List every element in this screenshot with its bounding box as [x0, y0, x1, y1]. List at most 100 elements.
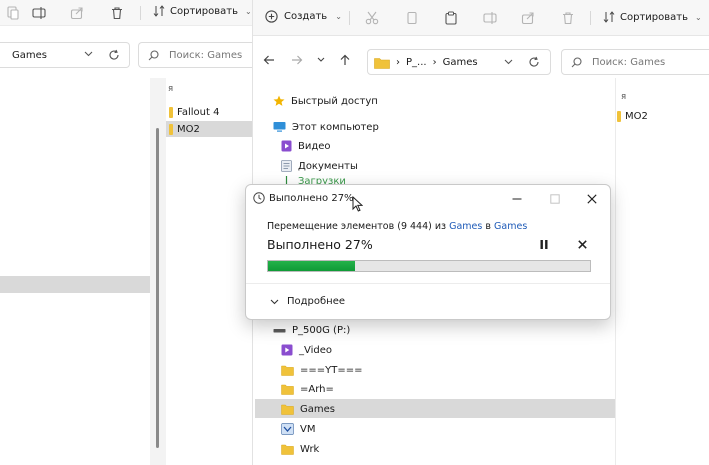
- minimize-icon: [512, 198, 522, 200]
- navigation-row: › P_... › Games Поиск: Games: [253, 44, 709, 78]
- chevron-down-icon: ⌄: [335, 12, 342, 21]
- share-icon[interactable]: [68, 4, 86, 22]
- folder-icon: [169, 123, 173, 135]
- copy-icon[interactable]: [403, 9, 421, 27]
- breadcrumb-games[interactable]: Games: [443, 57, 478, 68]
- breadcrumb-separator: ›: [432, 57, 437, 68]
- close-icon: [587, 194, 597, 204]
- nav-documents[interactable]: Документы: [281, 157, 358, 175]
- right-address-bar[interactable]: › P_... › Games: [367, 49, 551, 75]
- file-row-fallout4[interactable]: Fallout 4: [166, 104, 252, 120]
- nav-drive-p[interactable]: P_500G (P:): [273, 321, 350, 339]
- back-arrow-icon[interactable]: [263, 54, 275, 66]
- folder-icon: [374, 57, 390, 69]
- progress-bar: [267, 260, 591, 272]
- nav-label: Быстрый доступ: [291, 95, 378, 107]
- paste-icon[interactable]: [442, 9, 460, 27]
- document-icon: [281, 160, 292, 172]
- video-icon: [281, 140, 292, 152]
- monitor-icon: [273, 122, 286, 132]
- column-header[interactable]: я: [168, 84, 173, 94]
- create-label: Создать: [284, 11, 328, 22]
- refresh-icon[interactable]: [108, 49, 120, 61]
- left-nav-selected-item[interactable]: [0, 276, 150, 293]
- delete-icon[interactable]: [108, 4, 126, 22]
- left-toolbar: Сортировать ⌄: [0, 0, 252, 26]
- folder-icon: [281, 404, 294, 415]
- rename-icon[interactable]: [481, 9, 499, 27]
- move-prefix: Перемещение элементов (9 444) из: [267, 221, 447, 232]
- nav-video[interactable]: Видео: [281, 137, 331, 155]
- right-toolbar: Создать ⌄ Сортировать ⌄: [253, 0, 709, 36]
- sort-button[interactable]: Сортировать ⌄: [603, 11, 702, 23]
- address-path: Games: [12, 50, 47, 61]
- nav-label: Документы: [298, 160, 358, 172]
- left-address-bar[interactable]: Games: [0, 42, 130, 68]
- pause-button[interactable]: [540, 240, 548, 249]
- left-scrollbar-thumb[interactable]: [156, 128, 159, 448]
- chevron-down-icon[interactable]: [84, 51, 93, 57]
- more-details-toggle[interactable]: Подробнее: [270, 296, 345, 307]
- breadcrumb: › P_... › Games: [396, 57, 478, 68]
- sort-button[interactable]: Сортировать ⌄: [153, 5, 252, 17]
- refresh-icon[interactable]: [528, 56, 540, 68]
- source-folder-link[interactable]: Games: [449, 221, 482, 232]
- video-folder-icon: [281, 344, 293, 356]
- file-name: MO2: [177, 123, 200, 135]
- nav-this-pc[interactable]: Этот компьютер: [273, 118, 379, 136]
- cut-icon[interactable]: [363, 9, 381, 27]
- destination-folder-link[interactable]: Games: [494, 221, 527, 232]
- chevron-down-icon: ⌄: [694, 12, 702, 22]
- breadcrumb-drive[interactable]: P_...: [406, 57, 427, 68]
- minimize-button[interactable]: [504, 189, 530, 209]
- nav-folder-yt[interactable]: ===YT===: [281, 361, 363, 379]
- chevron-down-icon[interactable]: [504, 59, 513, 65]
- mouse-cursor: [352, 196, 363, 212]
- column-header[interactable]: я: [621, 92, 626, 102]
- right-search-box[interactable]: Поиск: Games: [561, 49, 709, 75]
- nav-folder-vm[interactable]: VM: [281, 420, 315, 438]
- nav-folder-video[interactable]: _Video: [281, 341, 332, 359]
- pause-icon: [540, 240, 548, 249]
- nav-folder-wrk[interactable]: Wrk: [281, 440, 319, 458]
- create-button[interactable]: Создать ⌄: [265, 10, 342, 23]
- share-icon[interactable]: [519, 9, 537, 27]
- copy-icon[interactable]: [4, 4, 22, 22]
- folder-icon: [617, 111, 621, 122]
- file-row-mo2[interactable]: MO2: [166, 121, 252, 137]
- cancel-operation-button[interactable]: [578, 240, 587, 249]
- up-arrow-icon[interactable]: [339, 54, 351, 66]
- star-icon: [273, 95, 285, 106]
- move-description: Перемещение элементов (9 444) из Games в…: [267, 221, 527, 232]
- delete-icon[interactable]: [559, 9, 577, 27]
- download-icon: [285, 176, 288, 184]
- breadcrumb-separator: ›: [396, 57, 400, 68]
- left-search-box[interactable]: Поиск: Games: [138, 42, 252, 68]
- pane-divider[interactable]: [615, 78, 616, 465]
- progress-fill: [268, 261, 355, 271]
- folder-icon: [169, 106, 173, 118]
- nav-label: Видео: [298, 140, 331, 152]
- forward-arrow-icon[interactable]: [291, 54, 303, 66]
- rename-icon[interactable]: [30, 4, 48, 22]
- nav-label: Этот компьютер: [292, 121, 379, 133]
- nav-downloads-partial[interactable]: Загрузки: [281, 176, 346, 184]
- maximize-button[interactable]: [542, 189, 568, 209]
- sort-label: Сортировать: [170, 5, 238, 17]
- nav-label: Games: [300, 403, 335, 415]
- nav-folder-arh[interactable]: =Arh=: [281, 380, 334, 398]
- drive-icon: [273, 329, 286, 333]
- close-button[interactable]: [579, 189, 605, 209]
- sort-icon: [153, 5, 165, 17]
- chevron-down-icon: [270, 299, 279, 304]
- file-row-mo2[interactable]: MO2: [617, 111, 648, 122]
- nav-quick-access[interactable]: Быстрый доступ: [273, 92, 378, 110]
- sort-label: Сортировать: [620, 11, 688, 23]
- nav-label: Загрузки: [298, 176, 346, 184]
- nav-label: VM: [300, 423, 316, 435]
- clock-icon: [253, 192, 265, 204]
- recent-locations-chevron-icon[interactable]: [317, 57, 325, 63]
- nav-folder-games[interactable]: Games: [281, 400, 335, 418]
- more-details-label: Подробнее: [287, 296, 346, 307]
- nav-label: _Video: [299, 344, 333, 356]
